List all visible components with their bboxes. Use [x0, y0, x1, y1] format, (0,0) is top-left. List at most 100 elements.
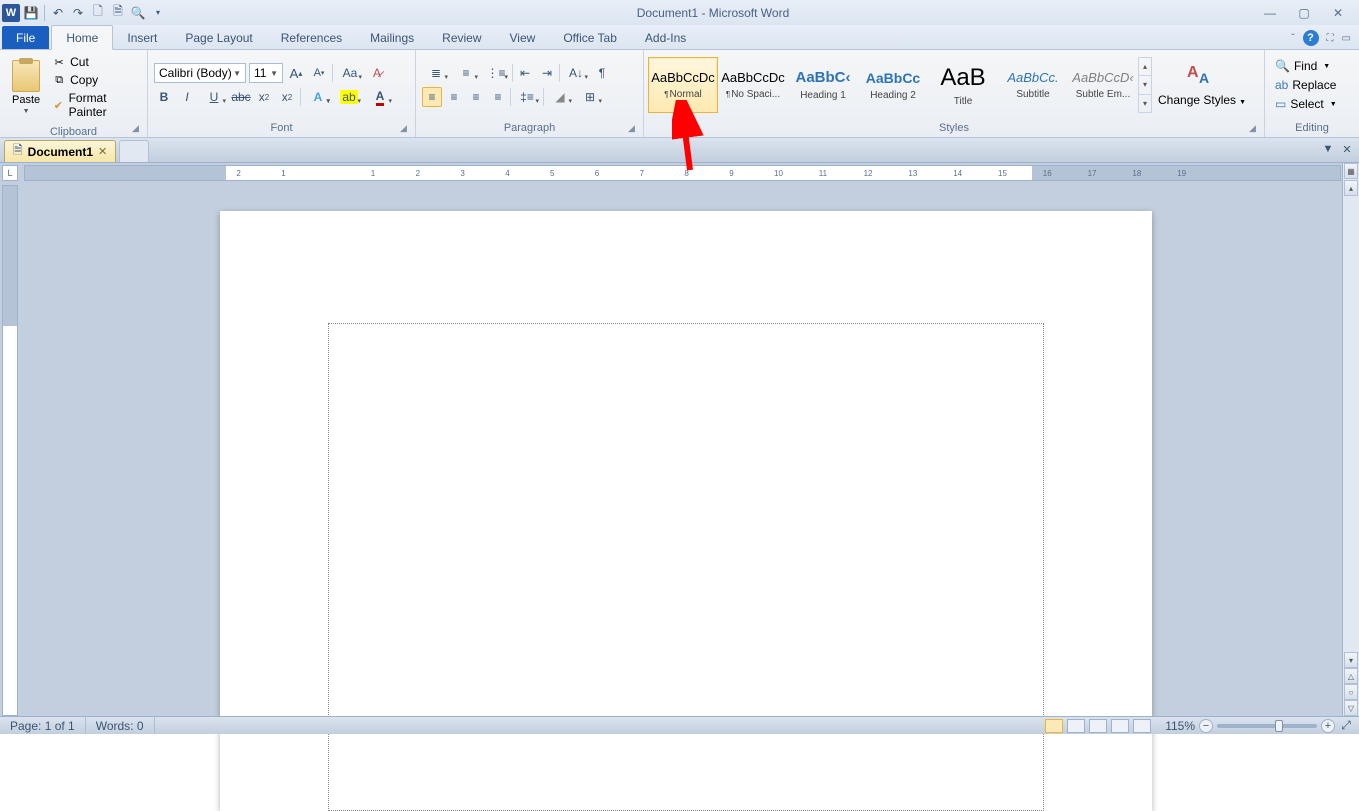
- ruler-toggle-icon[interactable]: ▦: [1344, 163, 1358, 179]
- ribbon-opts-icon[interactable]: ⛶: [1327, 33, 1334, 44]
- doctab-dropdown-icon[interactable]: ▼: [1320, 141, 1336, 157]
- word-app-icon[interactable]: W: [2, 4, 20, 22]
- tab-references[interactable]: References: [267, 26, 356, 49]
- style-tile-heading-2[interactable]: AaBbCcHeading 2: [858, 57, 928, 113]
- qat-item-icon[interactable]: 🗋: [89, 4, 107, 22]
- style-tile--no-spaci-[interactable]: AaBbCcDcNo Spaci...: [718, 57, 788, 113]
- style-tile-heading-1[interactable]: AaBbC‹Heading 1: [788, 57, 858, 113]
- bold-button[interactable]: B: [154, 87, 174, 107]
- align-left-button[interactable]: ≡: [422, 87, 442, 107]
- select-button[interactable]: ▭Select▼: [1273, 96, 1339, 112]
- replace-button[interactable]: abReplace: [1273, 77, 1339, 93]
- help-icon[interactable]: ?: [1303, 30, 1319, 46]
- styles-expand-icon[interactable]: ▾: [1139, 95, 1151, 112]
- tab-insert[interactable]: Insert: [113, 26, 171, 49]
- browse-object-icon[interactable]: ○: [1344, 684, 1358, 700]
- status-words[interactable]: Words: 0: [86, 717, 155, 734]
- justify-button[interactable]: ≡: [488, 87, 508, 107]
- style-tile-subtle-em-[interactable]: AaBbCcD‹Subtle Em...: [1068, 57, 1138, 113]
- minimize-button[interactable]: —: [1259, 4, 1281, 22]
- bullets-button[interactable]: ≣: [422, 63, 450, 83]
- styles-launcher-icon[interactable]: ◢: [1249, 123, 1261, 135]
- view-fullscreen-button[interactable]: [1067, 719, 1085, 733]
- zoom-slider-thumb[interactable]: [1275, 720, 1283, 732]
- view-print-layout-button[interactable]: [1045, 719, 1063, 733]
- zoom-out-button[interactable]: −: [1199, 719, 1213, 733]
- zoom-in-button[interactable]: +: [1321, 719, 1335, 733]
- format-painter-button[interactable]: ✔Format Painter: [50, 90, 141, 120]
- ribbon-minimize-icon[interactable]: ˇ: [1291, 33, 1294, 44]
- superscript-button[interactable]: x2: [277, 87, 297, 107]
- text-effects-button[interactable]: A: [304, 87, 332, 107]
- tab-home[interactable]: Home: [51, 25, 113, 50]
- ruler-corner[interactable]: L: [2, 165, 18, 181]
- cut-button[interactable]: ✂Cut: [50, 54, 141, 70]
- new-doc-icon[interactable]: 🗎: [109, 4, 127, 22]
- font-launcher-icon[interactable]: ◢: [400, 123, 412, 135]
- find-button[interactable]: 🔍Find▼: [1273, 58, 1339, 74]
- line-spacing-button[interactable]: ‡≡: [513, 87, 541, 107]
- qat-more-icon[interactable]: ▾: [149, 4, 167, 22]
- shrink-font-button[interactable]: A▾: [309, 63, 329, 83]
- view-draft-button[interactable]: [1133, 719, 1151, 733]
- undo-icon[interactable]: ↶: [49, 4, 67, 22]
- scroll-up-icon[interactable]: ▴: [1344, 180, 1358, 196]
- paste-button[interactable]: Paste ▼: [6, 58, 46, 117]
- style-tile-subtitle[interactable]: AaBbCc.Subtitle: [998, 57, 1068, 113]
- style-tile--normal[interactable]: AaBbCcDcNormal: [648, 57, 718, 113]
- maximize-button[interactable]: ▢: [1293, 4, 1315, 22]
- ribbon-opts2-icon[interactable]: ▭: [1342, 33, 1351, 44]
- close-button[interactable]: ✕: [1327, 4, 1349, 22]
- tab-view[interactable]: View: [496, 26, 550, 49]
- document-tab-close-icon[interactable]: ✕: [98, 145, 107, 158]
- styles-scroll-up-icon[interactable]: ▴: [1139, 58, 1151, 76]
- clipboard-launcher-icon[interactable]: ◢: [132, 123, 144, 135]
- save-icon[interactable]: 💾: [22, 4, 40, 22]
- scroll-down-icon[interactable]: ▾: [1344, 652, 1358, 668]
- tab-page-layout[interactable]: Page Layout: [171, 26, 266, 49]
- font-name-combo[interactable]: Calibri (Body)▼: [154, 63, 246, 83]
- shading-button[interactable]: ◢: [546, 87, 574, 107]
- multilevel-button[interactable]: ⋮≡: [482, 63, 510, 83]
- browse-prev-icon[interactable]: △: [1344, 668, 1358, 684]
- tab-office-tab[interactable]: Office Tab: [549, 26, 631, 49]
- redo-icon[interactable]: ↷: [69, 4, 87, 22]
- italic-button[interactable]: I: [177, 87, 197, 107]
- borders-button[interactable]: ⊞: [576, 87, 604, 107]
- align-center-button[interactable]: ≡: [444, 87, 464, 107]
- view-outline-button[interactable]: [1111, 719, 1129, 733]
- styles-scroll-down-icon[interactable]: ▾: [1139, 76, 1151, 94]
- zoom-slider[interactable]: [1217, 724, 1317, 728]
- increase-indent-button[interactable]: ⇥: [537, 63, 557, 83]
- paragraph-launcher-icon[interactable]: ◢: [628, 123, 640, 135]
- horizontal-ruler[interactable]: 2112345678910111213141516171819: [24, 165, 1341, 181]
- show-marks-button[interactable]: ¶: [592, 63, 612, 83]
- new-document-tab[interactable]: [119, 140, 149, 162]
- decrease-indent-button[interactable]: ⇤: [515, 63, 535, 83]
- strikethrough-button[interactable]: abc: [231, 87, 251, 107]
- underline-button[interactable]: U: [200, 87, 228, 107]
- copy-button[interactable]: ⧉Copy: [50, 72, 141, 88]
- style-tile-title[interactable]: AaBTitle: [928, 57, 998, 113]
- sort-button[interactable]: A↓: [562, 63, 590, 83]
- numbering-button[interactable]: ≡: [452, 63, 480, 83]
- grow-font-button[interactable]: A▴: [286, 63, 306, 83]
- font-size-combo[interactable]: 11▼: [249, 63, 283, 83]
- document-tab[interactable]: 🗎 Document1 ✕: [4, 140, 116, 162]
- change-case-button[interactable]: Aa: [336, 63, 364, 83]
- tab-file[interactable]: File: [2, 26, 49, 49]
- change-styles-button[interactable]: A A Change Styles ▼: [1152, 62, 1252, 107]
- view-web-button[interactable]: [1089, 719, 1107, 733]
- highlight-button[interactable]: ab: [335, 87, 363, 107]
- zoom-level[interactable]: 115%: [1165, 719, 1195, 733]
- tab-mailings[interactable]: Mailings: [356, 26, 428, 49]
- tab-add-ins[interactable]: Add-Ins: [631, 26, 700, 49]
- align-right-button[interactable]: ≡: [466, 87, 486, 107]
- tab-review[interactable]: Review: [428, 26, 495, 49]
- doctab-close-icon[interactable]: ✕: [1339, 141, 1355, 157]
- fit-button[interactable]: ⤢: [1339, 718, 1353, 733]
- font-color-button[interactable]: A: [366, 87, 394, 107]
- print-preview-icon[interactable]: 🔍: [129, 4, 147, 22]
- clear-formatting-button[interactable]: A̷: [367, 63, 387, 83]
- vertical-scrollbar[interactable]: ▦ ▴ ▾ △ ○ ▽: [1342, 163, 1359, 716]
